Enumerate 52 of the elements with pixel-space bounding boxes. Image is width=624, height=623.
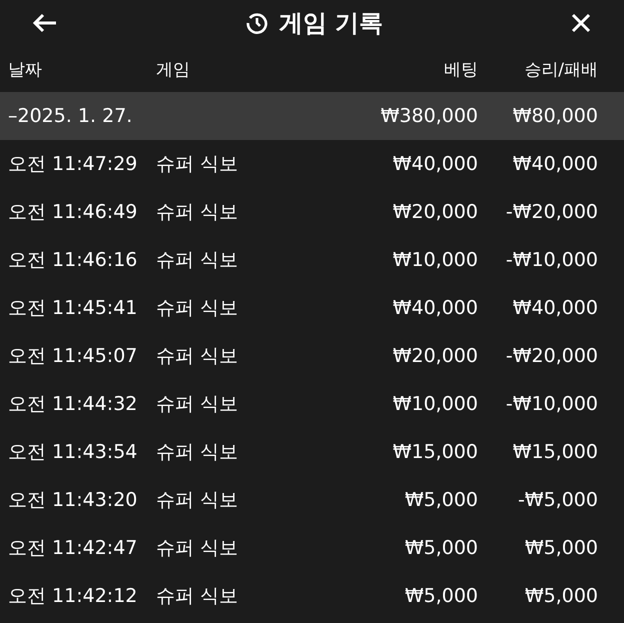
column-header: 베팅 (443, 58, 478, 80)
group-date: –2025. 1. 27. (8, 105, 134, 127)
time-cell-text: 오전 11:45:07 (8, 344, 138, 369)
bet-cell-text: ₩5,000 (404, 537, 478, 559)
back-arrow-icon[interactable] (32, 12, 58, 34)
result-cell-text: ₩40,000 (512, 297, 598, 319)
bet-cell-text: ₩10,000 (392, 249, 478, 271)
bet-cell-text: ₩40,000 (392, 153, 478, 175)
game-cell-text: 슈퍼 식보 (156, 392, 240, 417)
bet-cell-text: ₩20,000 (392, 201, 478, 223)
time-cell-text: 오전 11:45:41 (8, 296, 138, 321)
result-cell-text: -₩20,000 (504, 201, 598, 223)
bet-cell-text: ₩15,000 (392, 441, 478, 463)
time-cell-text: 오전 11:43:54 (8, 440, 138, 465)
bet-cell-text: ₩20,000 (392, 345, 478, 367)
date-group-row[interactable]: –2025. 1. 27. ₩380,000 ₩80,000 (0, 92, 624, 140)
column-header: 날짜 (8, 58, 43, 80)
time-cell-text: 오전 11:47:29 (8, 152, 138, 177)
bet-cell-text: ₩10,000 (392, 393, 478, 415)
game-cell-text: 슈퍼 식보 (156, 296, 240, 321)
bet-cell-text: ₩40,000 (392, 297, 478, 319)
time-cell-text: 오전 11:46:16 (8, 248, 138, 273)
game-cell-text: 슈퍼 식보 (156, 536, 240, 561)
bet-cell-text: ₩5,000 (404, 489, 478, 511)
bet-cell-text: ₩5,000 (404, 585, 478, 607)
group-result-total: ₩80,000 (512, 105, 598, 127)
time-cell-text: 오전 11:46:49 (8, 200, 138, 225)
result-cell-text: -₩10,000 (504, 249, 598, 271)
game-cell-text: 슈퍼 식보 (156, 152, 240, 177)
time-cell-text: 오전 11:43:20 (8, 488, 138, 513)
history-icon (244, 11, 269, 35)
game-cell-text: 슈퍼 식보 (156, 584, 240, 609)
result-cell-text: ₩5,000 (524, 537, 598, 559)
game-cell-text: 슈퍼 식보 (156, 200, 240, 225)
column-header: 게임 (156, 58, 191, 80)
result-cell-text: ₩15,000 (512, 441, 598, 463)
result-cell-text: ₩40,000 (512, 153, 598, 175)
group-bet-total: ₩380,000 (380, 105, 478, 127)
window-title: 게임 기록 (278, 8, 384, 39)
time-cell-text: 오전 11:42:47 (8, 536, 138, 561)
time-cell-text: 오전 11:44:32 (8, 392, 138, 417)
game-cell-text: 슈퍼 식보 (156, 344, 240, 369)
game-cell-text: 슈퍼 식보 (156, 248, 240, 273)
game-cell-text: 슈퍼 식보 (156, 488, 240, 513)
result-cell-text: -₩10,000 (504, 393, 598, 415)
result-cell-text: ₩5,000 (524, 585, 598, 607)
close-icon[interactable] (570, 12, 592, 34)
column-header: 승리/패배 (523, 58, 598, 80)
time-cell-text: 오전 11:42:12 (8, 584, 138, 609)
result-cell-text: -₩5,000 (516, 489, 598, 511)
result-cell-text: -₩20,000 (504, 345, 598, 367)
game-cell-text: 슈퍼 식보 (156, 440, 240, 465)
